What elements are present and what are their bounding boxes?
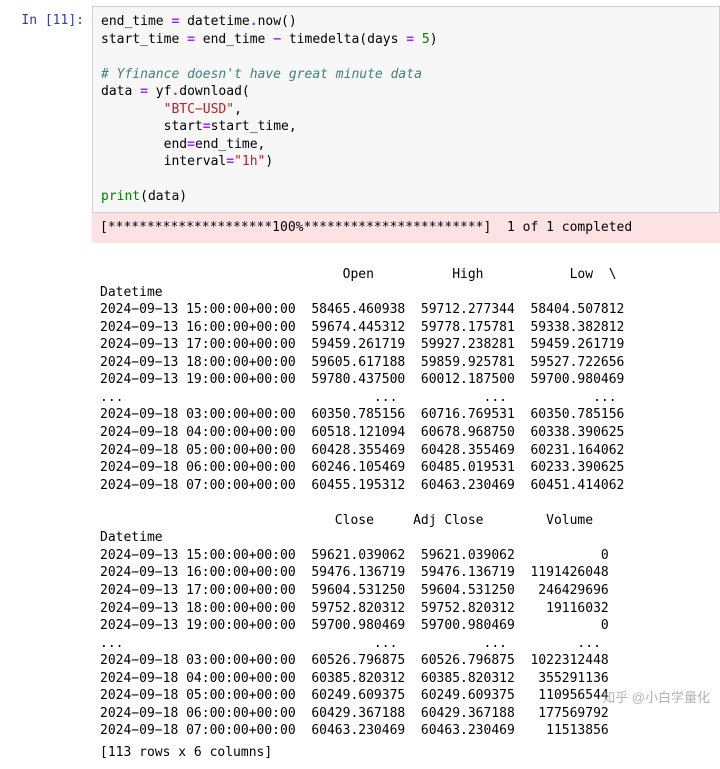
code-token: data xyxy=(148,189,179,204)
code-indent xyxy=(101,102,164,117)
output-row: 2024−09−18 07:00:00+00:00 60455.195312 6… xyxy=(100,478,624,493)
code-token: = xyxy=(187,32,195,47)
notebook-container: In [11]: end_time = datetime.now() start… xyxy=(0,0,720,769)
output-row-ellipsis: ... ... ... ... xyxy=(100,390,617,405)
code-token: now xyxy=(258,14,281,29)
code-token: end_time, xyxy=(195,137,265,152)
code-token: = xyxy=(140,84,148,99)
output-row: 2024−09−13 15:00:00+00:00 59621.039062 5… xyxy=(100,548,609,563)
output-row: 2024−09−13 19:00:00+00:00 59780.437500 6… xyxy=(100,372,624,387)
code-token: . xyxy=(250,14,258,29)
output-row: 2024−09−18 04:00:00+00:00 60385.820312 6… xyxy=(100,671,609,686)
code-token: datetime xyxy=(179,14,249,29)
output-row: 2024−09−18 05:00:00+00:00 60428.355469 6… xyxy=(100,443,624,458)
output-row: 2024−09−18 03:00:00+00:00 60350.785156 6… xyxy=(100,407,624,422)
output-row-ellipsis: ... ... ... ... xyxy=(100,636,601,651)
output-row: 2024−09−18 05:00:00+00:00 60249.609375 6… xyxy=(100,688,609,703)
code-token: timedelta(days xyxy=(281,32,406,47)
code-indent xyxy=(101,154,164,169)
output-row: 2024−09−13 18:00:00+00:00 59752.820312 5… xyxy=(100,601,609,616)
output-row: 2024−09−13 17:00:00+00:00 59604.531250 5… xyxy=(100,583,609,598)
code-token: start_time, xyxy=(211,119,297,134)
code-token xyxy=(414,32,422,47)
code-token: end_time xyxy=(195,32,273,47)
code-string: "1h" xyxy=(234,154,265,169)
output-row: 2024−09−13 19:00:00+00:00 59700.980469 5… xyxy=(100,618,609,633)
code-token: ) xyxy=(430,32,438,47)
code-token: , xyxy=(234,102,242,117)
code-token: download xyxy=(179,84,242,99)
code-string: "BTC−USD" xyxy=(164,102,234,117)
output-row: 2024−09−13 18:00:00+00:00 59605.617188 5… xyxy=(100,355,624,370)
output-header: Close Adj Close Volume xyxy=(100,513,593,528)
output-row: 2024−09−13 16:00:00+00:00 59674.445312 5… xyxy=(100,320,624,335)
output-shape: [113 rows x 6 columns] xyxy=(92,742,720,769)
code-indent xyxy=(101,119,164,134)
code-token: ( xyxy=(140,189,148,204)
output-row: 2024−09−18 04:00:00+00:00 60518.121094 6… xyxy=(100,425,624,440)
code-token: end_time xyxy=(101,14,171,29)
code-comment: # Yfinance doesn't have great minute dat… xyxy=(101,67,422,82)
code-token: = xyxy=(226,154,234,169)
code-token: = xyxy=(203,119,211,134)
code-builtin: print xyxy=(101,189,140,204)
output-index-header: Datetime xyxy=(100,530,593,545)
output-block-1: Open High Low \ Datetime 2024−09−13 15:0… xyxy=(92,243,720,742)
output-row: 2024−09−13 15:00:00+00:00 58465.460938 5… xyxy=(100,302,624,317)
code-kwarg: interval xyxy=(164,154,227,169)
code-token: start_time xyxy=(101,32,187,47)
download-progress: [*********************100%**************… xyxy=(92,213,720,243)
output-row: 2024−09−13 16:00:00+00:00 59476.136719 5… xyxy=(100,565,609,580)
code-token: − xyxy=(273,32,281,47)
code-token: 5 xyxy=(422,32,430,47)
code-input[interactable]: end_time = datetime.now() start_time = e… xyxy=(92,6,720,213)
output-row: 2024−09−13 17:00:00+00:00 59459.261719 5… xyxy=(100,337,624,352)
code-cell: In [11]: end_time = datetime.now() start… xyxy=(0,6,720,213)
code-token: ) xyxy=(265,154,273,169)
output-row: 2024−09−18 06:00:00+00:00 60429.367188 6… xyxy=(100,706,609,721)
code-token: () xyxy=(281,14,297,29)
input-prompt: In [11]: xyxy=(0,6,92,30)
code-token: yf xyxy=(148,84,171,99)
code-token: ( xyxy=(242,84,250,99)
output-index-header: Datetime xyxy=(100,285,624,300)
output-row: 2024−09−18 06:00:00+00:00 60246.105469 6… xyxy=(100,460,624,475)
output-row: 2024−09−18 07:00:00+00:00 60463.230469 6… xyxy=(100,723,609,738)
output-row: 2024−09−18 03:00:00+00:00 60526.796875 6… xyxy=(100,653,609,668)
code-token: ) xyxy=(179,189,187,204)
code-kwarg: end xyxy=(164,137,187,152)
output-header: Open High Low \ xyxy=(100,267,617,282)
code-token: data xyxy=(101,84,140,99)
code-token: = xyxy=(187,137,195,152)
code-kwarg: start xyxy=(164,119,203,134)
code-indent xyxy=(101,137,164,152)
code-token: = xyxy=(406,32,414,47)
